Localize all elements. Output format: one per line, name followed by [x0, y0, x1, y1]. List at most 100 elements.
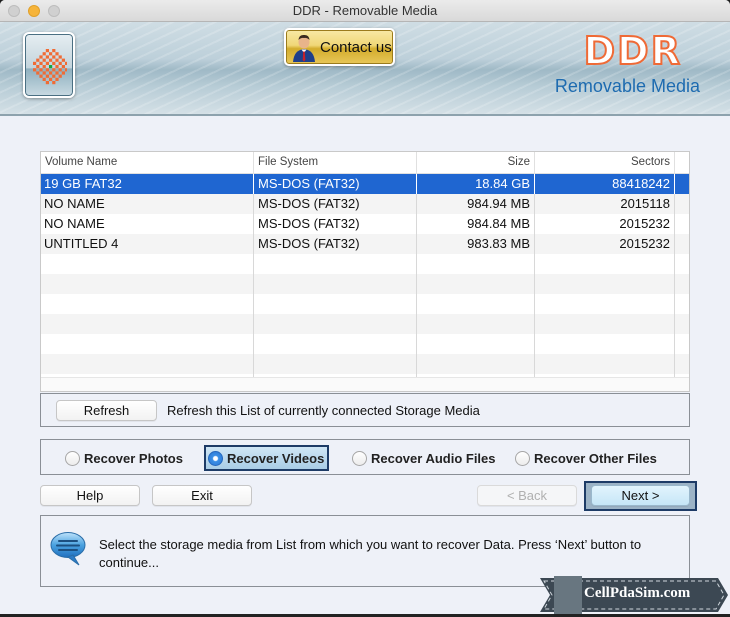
logo-pixel: [61, 58, 65, 62]
logo-pixel: [61, 71, 65, 75]
recovery-options-group: Recover Photos Recover Videos Recover Au…: [40, 439, 690, 475]
cell-sectors: 2015232: [535, 234, 675, 254]
table-row[interactable]: NO NAME MS-DOS (FAT32) 984.84 MB 2015232: [41, 214, 689, 234]
recover-other-files-label: Recover Other Files: [534, 450, 657, 466]
logo-pixel: [33, 68, 37, 72]
recover-photos-radio[interactable]: Recover Photos: [65, 447, 183, 469]
watermark-text: CellPdaSim.com: [584, 585, 691, 601]
column-header-file-system[interactable]: File System: [254, 152, 417, 174]
close-window-button[interactable]: [8, 5, 20, 17]
info-message: Select the storage media from List from …: [99, 537, 642, 570]
radio-indicator: [352, 450, 367, 466]
logo-pixel: [45, 81, 49, 85]
speech-bubble-icon: [50, 532, 86, 566]
logo-pixel: [36, 71, 40, 75]
table-row[interactable]: UNTITLED 4 MS-DOS (FAT32) 983.83 MB 2015…: [41, 234, 689, 254]
recover-audio-files-label: Recover Audio Files: [371, 450, 496, 466]
logo-pixel: [61, 65, 65, 69]
logo-pixel: [45, 68, 49, 72]
logo-pixel: [45, 74, 49, 78]
contact-us-button[interactable]: Contact us: [284, 28, 395, 66]
logo-pixel: [52, 68, 56, 72]
cell-sectors: 88418242: [535, 174, 675, 194]
logo-pixel: [36, 65, 40, 69]
radio-indicator: [515, 450, 530, 466]
recover-videos-label: Recover Videos: [227, 450, 325, 466]
logo-pixel: [52, 49, 56, 53]
column-header-sectors[interactable]: Sectors: [535, 152, 675, 174]
horizontal-scrollbar[interactable]: [41, 377, 689, 391]
radio-indicator: [65, 450, 80, 466]
column-header-volume-name[interactable]: Volume Name: [41, 152, 254, 174]
exit-button[interactable]: Exit: [152, 485, 252, 506]
person-icon: [293, 34, 315, 62]
logo-pixel: [45, 49, 49, 53]
cell-file-system: MS-DOS (FAT32): [254, 194, 417, 214]
logo-pixel: [42, 71, 46, 75]
cell-size: 983.83 MB: [417, 234, 535, 254]
watermark-banner: CellPdaSim.com: [540, 576, 728, 614]
brand-block: DDR Removable Media: [554, 29, 700, 97]
brand-title: DDR: [583, 29, 682, 73]
empty-row: [41, 314, 689, 334]
logo-pixel: [58, 61, 62, 65]
logo-pixel: [39, 61, 43, 65]
radio-indicator: [208, 450, 223, 466]
next-button-focus-ring: Next >: [584, 481, 697, 511]
minimize-window-button[interactable]: [28, 5, 40, 17]
back-button[interactable]: < Back: [477, 485, 577, 506]
checker-burst-logo-icon: [33, 49, 67, 85]
recover-photos-label: Recover Photos: [84, 450, 183, 466]
recover-audio-files-radio[interactable]: Recover Audio Files: [352, 447, 496, 469]
cell-size: 18.84 GB: [417, 174, 535, 194]
cell-volume-name: UNTITLED 4: [41, 234, 254, 254]
cell-file-system: MS-DOS (FAT32): [254, 234, 417, 254]
zoom-window-button[interactable]: [48, 5, 60, 17]
logo-pixel: [49, 71, 53, 75]
logo-pixel: [55, 52, 59, 56]
table-row[interactable]: NO NAME MS-DOS (FAT32) 984.94 MB 2015118: [41, 194, 689, 214]
refresh-description: Refresh this List of currently connected…: [167, 403, 480, 418]
empty-row: [41, 294, 689, 314]
app-logo: [23, 32, 75, 98]
logo-pixel: [65, 61, 67, 65]
cell-volume-name: NO NAME: [41, 214, 254, 234]
logo-pixel: [49, 65, 53, 69]
header-banner: Contact us DDR Removable Media: [0, 22, 730, 116]
logo-pixel: [49, 77, 53, 81]
cell-sectors: 2015118: [535, 194, 675, 214]
table-body: 19 GB FAT32 MS-DOS (FAT32) 18.84 GB 8841…: [41, 174, 689, 391]
logo-pixel: [45, 55, 49, 59]
logo-pixel: [58, 68, 62, 72]
cell-file-system: MS-DOS (FAT32): [254, 174, 417, 194]
contact-us-label: Contact us: [320, 39, 392, 56]
logo-pixel: [52, 55, 56, 59]
logo-pixel: [42, 58, 46, 62]
app-window: DDR - Removable Media Contact us DDR Rem…: [0, 0, 730, 617]
cell-volume-name: 19 GB FAT32: [41, 174, 254, 194]
logo-pixel: [52, 81, 56, 85]
table-row[interactable]: 19 GB FAT32 MS-DOS (FAT32) 18.84 GB 8841…: [41, 174, 689, 194]
brand-subtitle: Removable Media: [554, 76, 700, 96]
table-header: Volume Name File System Size Sectors: [41, 152, 689, 174]
empty-row: [41, 254, 689, 274]
title-bar: DDR - Removable Media: [0, 0, 730, 22]
logo-pixel: [65, 68, 67, 72]
cell-size: 984.94 MB: [417, 194, 535, 214]
help-button[interactable]: Help: [40, 485, 140, 506]
storage-media-table: Volume Name File System Size Sectors 19 …: [40, 151, 690, 392]
logo-pixel: [55, 65, 59, 69]
logo-pixel: [55, 71, 59, 75]
logo-pixel: [55, 77, 59, 81]
logo-pixel: [49, 52, 53, 56]
logo-pixel: [58, 55, 62, 59]
refresh-button[interactable]: Refresh: [56, 400, 157, 421]
logo-pixel: [42, 65, 46, 69]
column-header-size[interactable]: Size: [417, 152, 535, 174]
cell-sectors: 2015232: [535, 214, 675, 234]
recover-other-files-radio[interactable]: Recover Other Files: [515, 447, 657, 469]
window-title: DDR - Removable Media: [292, 3, 438, 18]
next-button[interactable]: Next >: [591, 485, 690, 506]
recover-videos-radio[interactable]: Recover Videos: [204, 445, 330, 471]
column-header-spacer: [675, 152, 689, 174]
